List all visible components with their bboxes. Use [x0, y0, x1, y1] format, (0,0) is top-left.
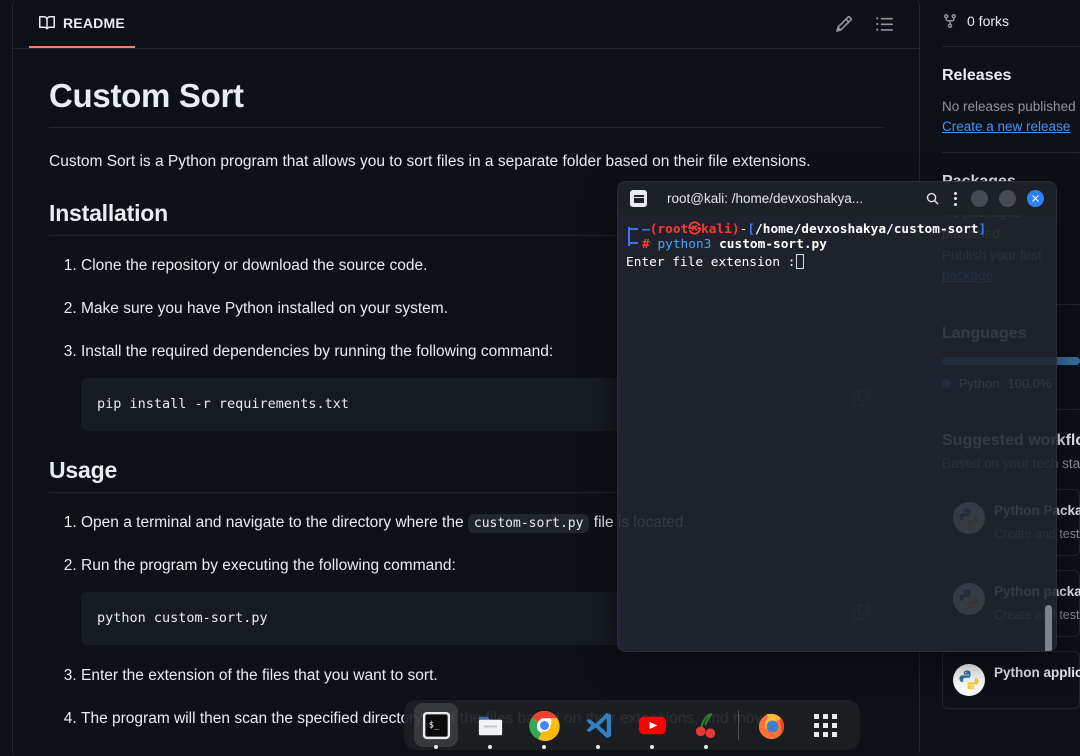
dock: $_ — [404, 700, 860, 750]
terminal-body[interactable]: —(root㉿kali)-[/home/devxoshakya/custom-s… — [618, 215, 1056, 651]
workflow-card[interactable]: Python application — [942, 651, 1080, 710]
running-indicator — [596, 745, 600, 749]
dock-item-google-chrome[interactable] — [522, 703, 566, 749]
svg-text:$_: $_ — [428, 720, 439, 730]
forks-row[interactable]: 0 forks — [942, 0, 1080, 42]
python-logo-icon — [953, 664, 985, 697]
terminal-app-icon — [630, 190, 647, 207]
screen: 0 forks Releases No releases published C… — [0, 0, 1080, 756]
dock-item-show-applications[interactable] — [803, 703, 847, 747]
pencil-icon[interactable] — [835, 15, 853, 33]
releases-heading: Releases — [942, 67, 1012, 84]
list-outline-icon[interactable] — [875, 15, 893, 33]
running-indicator — [434, 745, 438, 749]
vscode-icon — [583, 710, 614, 741]
prompt-dash: — — [642, 222, 650, 237]
divider — [942, 46, 1080, 47]
usage-step1-pre: Open a terminal and navigate to the dire… — [81, 514, 468, 532]
chrome-icon — [528, 710, 560, 741]
dock-item-cherry[interactable] — [684, 703, 728, 749]
prompt-hash: # — [642, 237, 650, 253]
running-indicator — [488, 745, 492, 749]
close-button[interactable] — [1027, 190, 1044, 207]
search-icon[interactable] — [925, 191, 940, 206]
prompt-bracket-open: [ — [747, 222, 756, 237]
terminal-cursor — [795, 254, 804, 270]
firefox-icon — [756, 710, 787, 741]
running-indicator — [542, 745, 546, 749]
workflow-title: Python application — [994, 665, 1080, 681]
terminal-titlebar[interactable]: root@kali: /home/devxoshakya... — [618, 182, 1056, 215]
prompt-bracket-close: ] — [978, 222, 987, 237]
forks-label: 0 forks — [967, 13, 1010, 29]
tab-readme[interactable]: README — [29, 0, 135, 48]
terminal-prompt-line-2: # python3 custom-sort.py — [626, 227, 1048, 253]
tab-readme-label: README — [63, 15, 125, 31]
dock-item-terminal[interactable]: $_ — [414, 703, 458, 749]
list-item-text: Install the required dependencies by run… — [81, 343, 554, 361]
dock-item-visual-studio-code[interactable] — [576, 703, 620, 749]
maximize-button[interactable] — [999, 190, 1016, 207]
readme-tabbar: README — [13, 0, 919, 49]
terminal-title: root@kali: /home/devxoshakya... — [667, 191, 864, 206]
prompt-user: root — [657, 222, 689, 237]
inline-code-filename: custom-sort.py — [467, 514, 590, 534]
terminal-output-line: Enter file extension : — [626, 254, 1048, 271]
dock-separator — [738, 710, 739, 740]
kebab-menu-icon[interactable] — [951, 191, 960, 206]
terminal-output-text: Enter file extension : — [626, 255, 796, 271]
cherry-icon — [691, 710, 722, 741]
dock-item-files[interactable] — [468, 703, 512, 749]
prompt-host: kali — [701, 222, 732, 237]
terminal-command-name: python3 — [657, 237, 712, 253]
prompt-cwd: /home/devxoshakya/custom-sort — [755, 222, 979, 237]
files-icon — [475, 710, 506, 741]
running-indicator — [650, 745, 654, 749]
terminal-icon: $_ — [421, 710, 452, 741]
list-item-text: Run the program by executing the followi… — [81, 557, 456, 575]
terminal-scrollbar[interactable] — [1045, 605, 1052, 651]
terminal-command-arg: custom-sort.py — [719, 237, 827, 253]
minimize-button[interactable] — [971, 190, 988, 207]
releases-empty-text: No releases published — [942, 99, 1076, 114]
readme-actions — [835, 15, 903, 33]
intro-paragraph: Custom Sort is a Python program that all… — [49, 153, 811, 170]
prompt-corner-icon — [628, 227, 638, 245]
list-item: Enter the extension of the files that yo… — [81, 664, 883, 688]
divider — [942, 152, 1080, 154]
terminal-titlebar-actions — [925, 190, 1044, 207]
youtube-icon — [637, 710, 668, 741]
apps-grid-icon — [813, 713, 837, 737]
running-indicator — [704, 745, 708, 749]
prompt-at-symbol: ㉿ — [688, 222, 702, 237]
page-title: Custom Sort — [49, 77, 883, 128]
dock-item-firefox[interactable] — [749, 703, 793, 747]
prompt-close-paren: ) — [731, 222, 740, 237]
terminal-window[interactable]: root@kali: /home/devxoshakya... —(root㉿k… — [617, 181, 1057, 652]
book-icon — [39, 15, 56, 31]
create-release-link[interactable]: Create a new release — [942, 119, 1080, 134]
fork-icon — [942, 13, 958, 29]
dock-item-youtube[interactable] — [630, 703, 674, 749]
